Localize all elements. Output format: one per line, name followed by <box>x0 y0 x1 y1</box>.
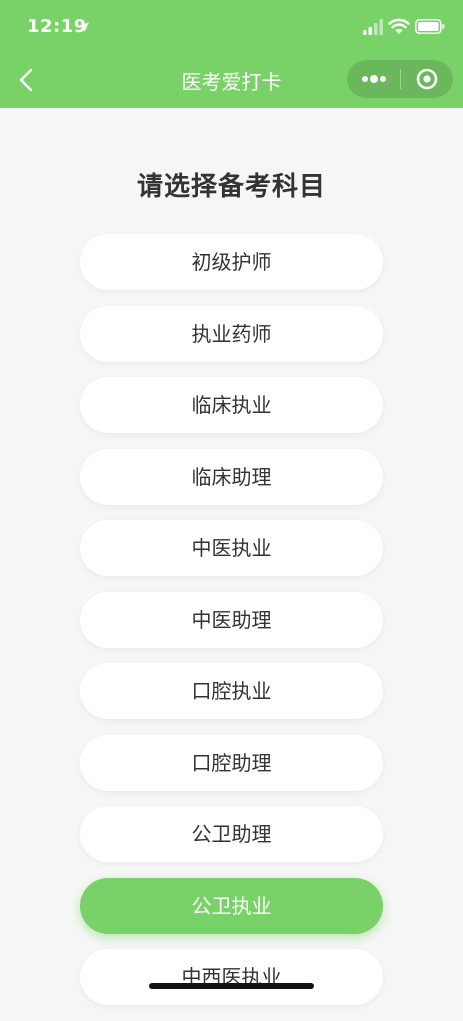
more-button[interactable] <box>347 60 400 98</box>
mini-program-capsule <box>347 60 453 98</box>
navigation-bar: 医考爱打卡 <box>0 52 463 108</box>
subject-option-button[interactable]: 公卫助理 <box>80 806 383 862</box>
target-circle-icon <box>416 68 438 90</box>
subject-option-button[interactable]: 执业药师 <box>80 305 383 362</box>
subject-list: 初级护师 执业药师 临床执业 临床助理 中医执业 中医助理 口腔执业 口腔助理 … <box>80 234 383 1021</box>
signal-icon <box>363 19 383 35</box>
close-button[interactable] <box>401 60 453 98</box>
subject-option-button[interactable]: 初级护师 <box>80 234 383 290</box>
more-dots-icon <box>362 75 386 83</box>
wifi-icon <box>388 18 410 34</box>
subject-option-button[interactable]: 口腔助理 <box>80 734 383 791</box>
subject-option-button[interactable]: 中西医执业 <box>80 949 383 1005</box>
subject-option-button[interactable]: 口腔执业 <box>80 663 383 719</box>
subject-option-button[interactable]: 公卫执业 <box>80 877 383 934</box>
subject-option-button[interactable]: 中医助理 <box>80 591 383 648</box>
subject-option-button[interactable]: 中医执业 <box>80 520 383 576</box>
page-heading: 请选择备考科目 <box>136 172 326 202</box>
subject-option-button[interactable]: 临床助理 <box>80 448 383 505</box>
app-header: 12:19 医考爱打卡 <box>0 0 463 108</box>
battery-icon <box>415 19 445 34</box>
status-bar: 12:19 <box>0 0 463 52</box>
home-indicator <box>149 983 314 989</box>
subject-option-button[interactable]: 临床执业 <box>80 377 383 433</box>
chevron-left-icon <box>19 68 33 92</box>
back-button[interactable] <box>12 62 42 98</box>
location-arrow-icon <box>79 22 89 32</box>
